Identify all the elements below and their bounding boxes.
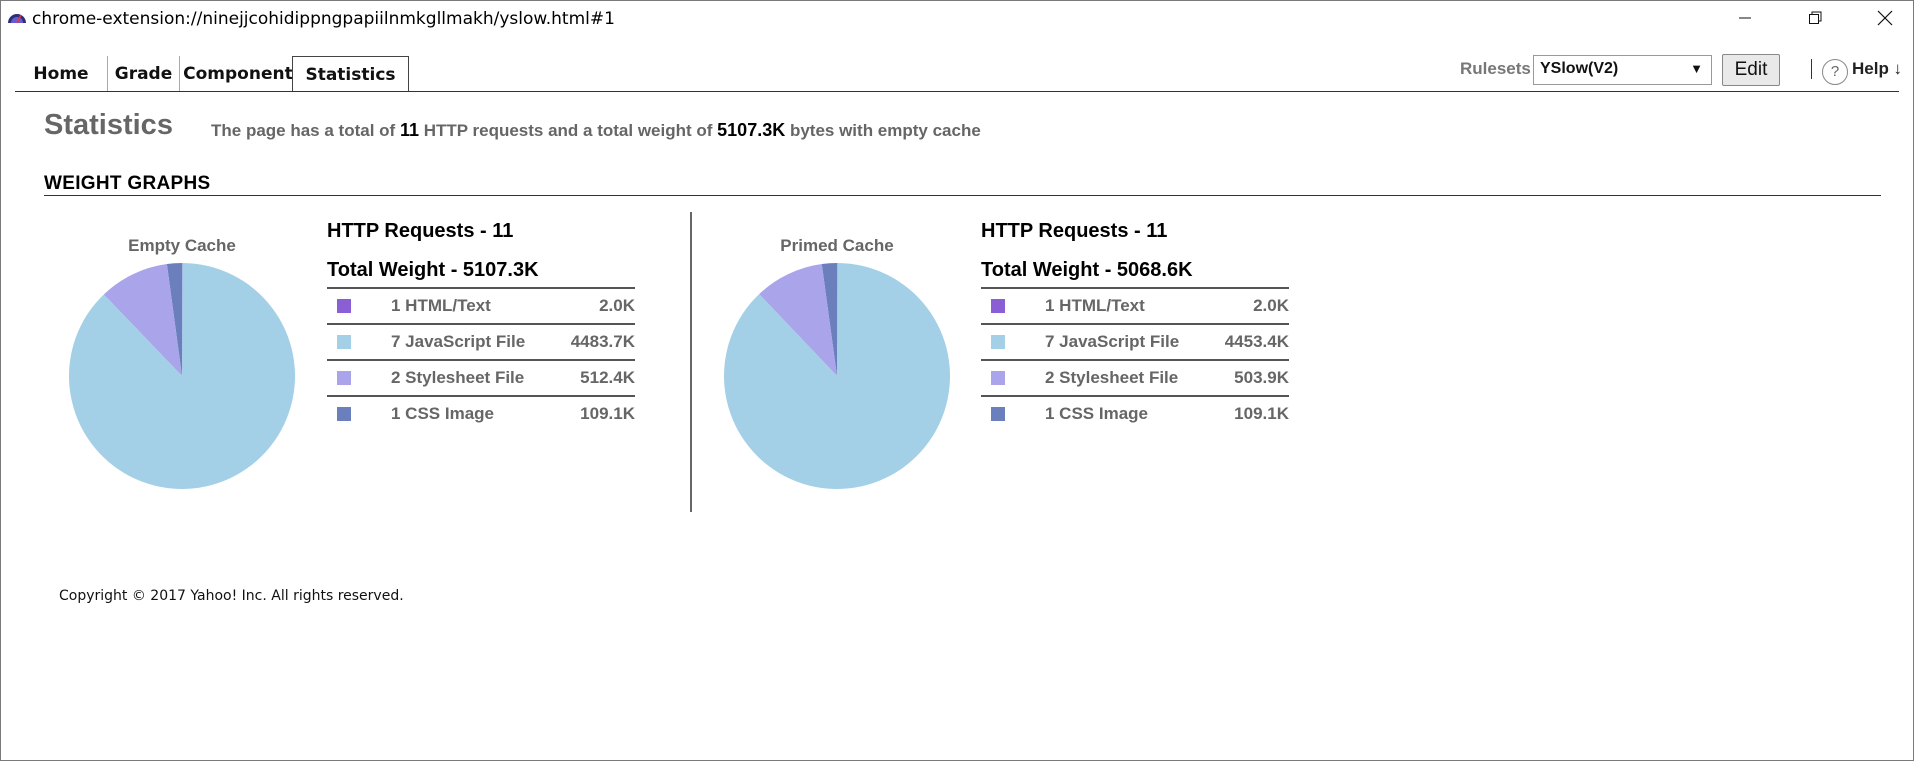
empty-cache-pie-chart <box>68 263 295 489</box>
tab-home-label: Home <box>33 64 89 84</box>
row-size: 109.1K <box>1234 404 1289 423</box>
empty-cache-weight-heading: Total Weight - 5107.3K <box>327 259 635 289</box>
copyright-footer: Copyright © 2017 Yahoo! Inc. All rights … <box>59 588 404 604</box>
yslow-gauge-icon <box>8 14 26 24</box>
help-icon[interactable]: ? <box>1822 59 1848 85</box>
row-size: 512.4K <box>580 368 635 387</box>
empty-cache-requests-heading: HTTP Requests - 11 <box>327 220 514 242</box>
dropdown-arrow-icon: ▼ <box>1690 61 1703 76</box>
help-button[interactable]: Help ↓ <box>1852 59 1902 79</box>
table-row: 1 CSS Image 109.1K <box>981 397 1289 431</box>
row-size: 2.0K <box>1253 296 1289 315</box>
minimize-button[interactable] <box>1710 1 1780 35</box>
row-label: 1 HTML/Text <box>1045 296 1145 315</box>
table-row: 7 JavaScript File 4483.7K <box>327 325 635 361</box>
row-label: 2 Stylesheet File <box>391 368 525 387</box>
row-size: 109.1K <box>580 404 635 423</box>
summary-text-3: bytes with empty cache <box>789 121 981 140</box>
row-label: 2 Stylesheet File <box>1045 368 1179 387</box>
tab-statistics-label: Statistics <box>305 65 396 85</box>
section-divider <box>44 195 1881 196</box>
edit-button[interactable]: Edit <box>1722 54 1780 86</box>
summary-weight: 5107.3K <box>717 120 786 140</box>
restore-icon <box>1809 11 1822 24</box>
tab-underline <box>15 91 1899 92</box>
ruleset-value: YSlow(V2) <box>1540 60 1619 77</box>
window-title: chrome-extension://ninejjcohidippngpapii… <box>32 9 615 29</box>
primed-cache-table: HTTP Requests - 11 Total Weight - 5068.6… <box>981 220 1289 431</box>
table-row: 2 Stylesheet File 512.4K <box>327 361 635 397</box>
table-row: 2 Stylesheet File 503.9K <box>981 361 1289 397</box>
primed-cache-weight-heading: Total Weight - 5068.6K <box>981 259 1289 289</box>
tab-grade[interactable]: Grade <box>108 56 180 92</box>
page-title: Statistics <box>44 109 173 141</box>
section-title: WEIGHT GRAPHS <box>44 173 211 194</box>
color-swatch <box>991 371 1005 385</box>
minimize-icon <box>1739 17 1751 19</box>
close-button[interactable] <box>1850 1 1914 35</box>
table-row: 1 HTML/Text 2.0K <box>327 289 635 325</box>
summary-requests: 11 <box>399 120 419 140</box>
color-swatch <box>337 371 351 385</box>
row-label: 7 JavaScript File <box>391 332 526 351</box>
color-swatch <box>991 335 1005 349</box>
row-size: 4483.7K <box>570 332 635 351</box>
tab-components-label: Components <box>183 64 303 84</box>
tab-components[interactable]: Components <box>180 56 306 92</box>
row-size: 4453.4K <box>1224 332 1289 351</box>
primed-cache-caption: Primed Cache <box>780 236 894 255</box>
tab-home[interactable]: Home <box>15 56 108 92</box>
toolbar-separator <box>1811 59 1812 79</box>
color-swatch <box>337 335 351 349</box>
title-bar: chrome-extension://ninejjcohidippngpapii… <box>1 1 1913 35</box>
color-swatch <box>337 299 351 313</box>
row-label: 1 HTML/Text <box>391 296 491 315</box>
rulesets-label: Rulesets <box>1460 59 1531 78</box>
browser-window: chrome-extension://ninejjcohidippngpapii… <box>0 0 1914 761</box>
empty-cache-caption: Empty Cache <box>128 236 236 255</box>
ruleset-select[interactable]: YSlow(V2) ▼ <box>1533 55 1712 85</box>
close-icon <box>1877 10 1893 26</box>
table-row: 7 JavaScript File 4453.4K <box>981 325 1289 361</box>
table-row: 1 CSS Image 109.1K <box>327 397 635 431</box>
color-swatch <box>337 407 351 421</box>
row-label: 7 JavaScript File <box>1045 332 1180 351</box>
row-label: 1 CSS Image <box>1045 404 1148 423</box>
row-size: 2.0K <box>599 296 635 315</box>
tab-grade-label: Grade <box>114 64 173 84</box>
empty-cache-table: HTTP Requests - 11 Total Weight - 5107.3… <box>327 220 635 431</box>
tab-statistics[interactable]: Statistics <box>292 56 409 92</box>
primed-cache-requests-heading: HTTP Requests - 11 <box>981 220 1168 242</box>
color-swatch <box>991 299 1005 313</box>
row-label: 1 CSS Image <box>391 404 494 423</box>
row-size: 503.9K <box>1234 368 1289 387</box>
color-swatch <box>991 407 1005 421</box>
restore-button[interactable] <box>1780 1 1850 35</box>
stats-summary: The page has a total of 11 HTTP requests… <box>211 120 981 141</box>
graphs-divider <box>690 212 692 512</box>
summary-text-1: The page has a total of <box>211 121 396 140</box>
table-row: 1 HTML/Text 2.0K <box>981 289 1289 325</box>
primed-cache-pie-chart <box>724 263 950 489</box>
summary-text-2: HTTP requests and a total weight of <box>423 121 713 140</box>
